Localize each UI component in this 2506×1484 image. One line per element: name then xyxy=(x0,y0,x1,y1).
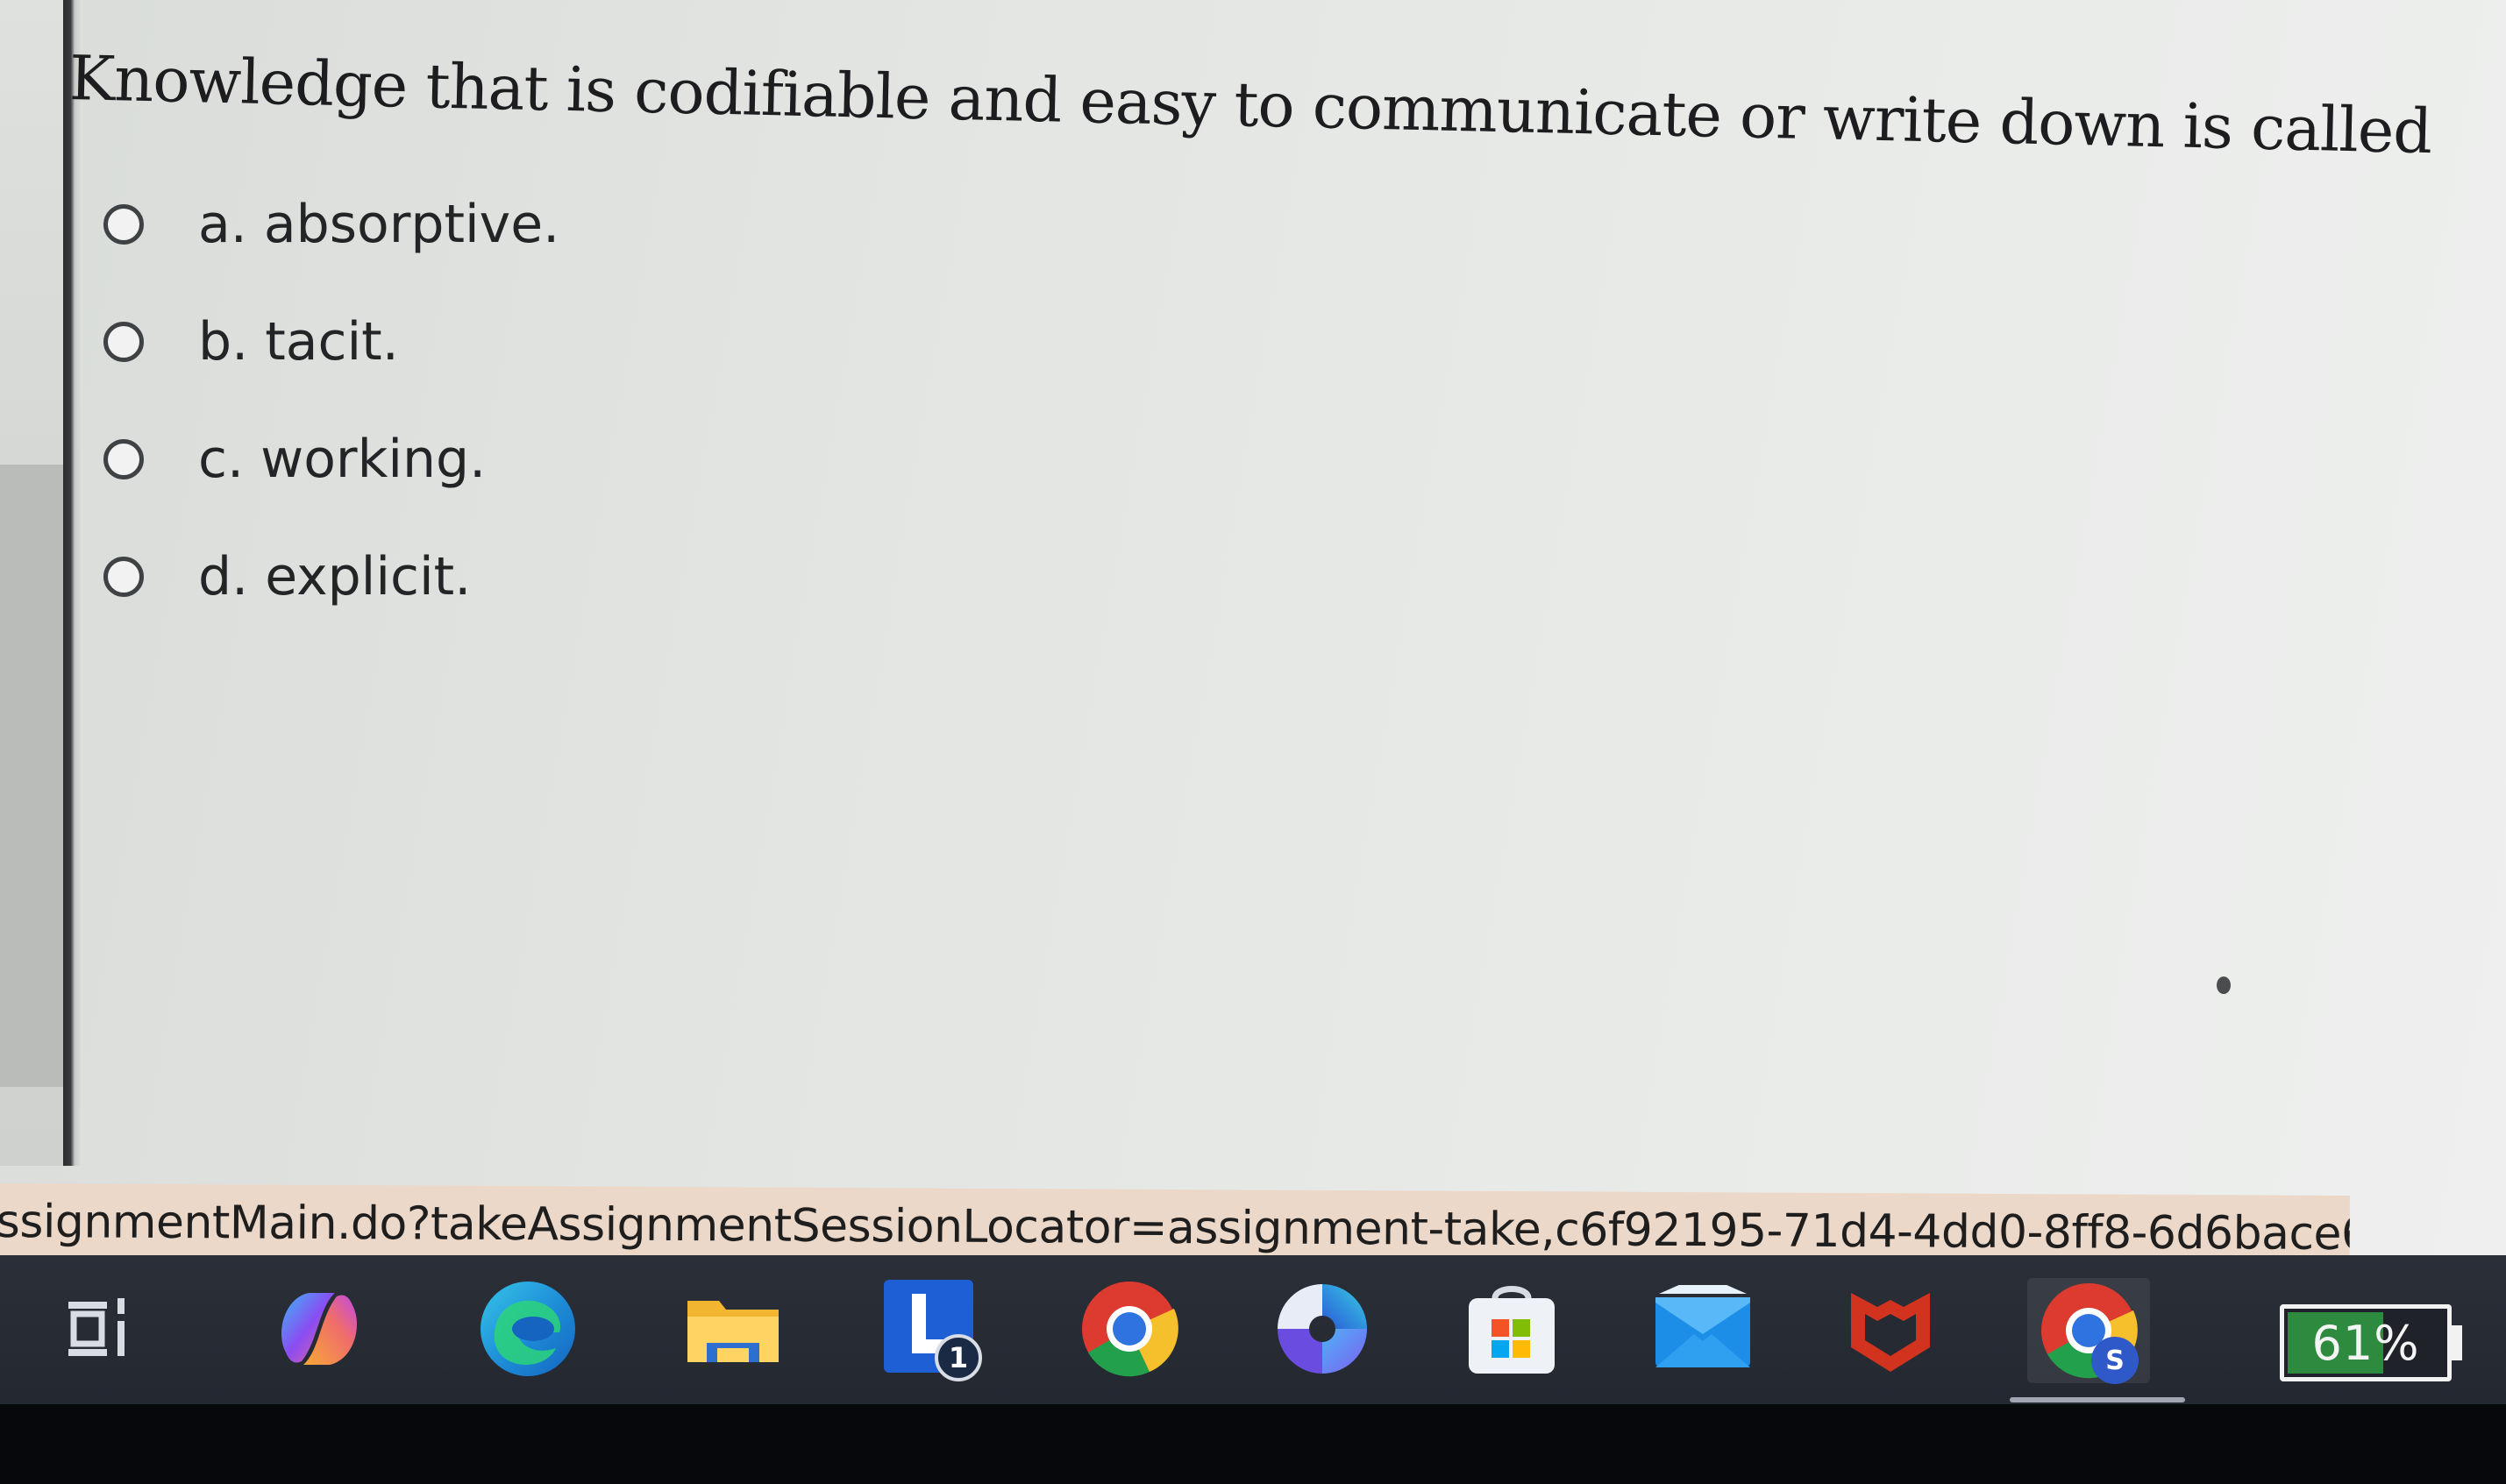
radio-button-d[interactable] xyxy=(103,557,144,597)
battery-indicator[interactable]: 61% xyxy=(2280,1304,2452,1381)
taskbar-file-explorer[interactable] xyxy=(680,1278,786,1383)
screen-smudge xyxy=(2217,976,2231,994)
microsoft-store-icon xyxy=(1463,1281,1560,1381)
profile-badge: S xyxy=(2091,1337,2139,1384)
task-view-icon xyxy=(60,1289,144,1372)
left-border-rule xyxy=(63,0,82,1166)
battery-nub xyxy=(2452,1325,2462,1360)
radio-button-b[interactable] xyxy=(103,322,144,362)
option-a[interactable]: a. absorptive. xyxy=(103,181,559,268)
taskbar-task-view[interactable] xyxy=(49,1278,154,1383)
mail-icon xyxy=(1650,1275,1755,1376)
option-b-label: b. tacit. xyxy=(198,311,399,373)
taskbar-mcafee[interactable] xyxy=(1838,1278,1943,1383)
bing-icon xyxy=(1274,1281,1370,1381)
option-d[interactable]: d. explicit. xyxy=(103,533,471,621)
option-b[interactable]: b. tacit. xyxy=(103,298,399,386)
notification-badge: 1 xyxy=(935,1334,982,1381)
taskbar-lockdown-browser[interactable]: 1 xyxy=(880,1278,986,1383)
taskbar-chrome[interactable] xyxy=(1077,1278,1182,1383)
chrome-profile-icon: S xyxy=(2039,1281,2139,1384)
option-d-label: d. explicit. xyxy=(198,546,472,607)
screen: Knowledge that is codifiable and easy to… xyxy=(0,0,2506,1484)
taskbar-mail[interactable] xyxy=(1650,1275,1755,1383)
question-text: Knowledge that is codifiable and easy to… xyxy=(68,42,2433,168)
option-a-label: a. absorptive. xyxy=(198,194,560,255)
file-explorer-icon xyxy=(680,1285,786,1376)
taskbar-edge[interactable] xyxy=(475,1278,580,1383)
option-c-label: c. working. xyxy=(198,429,487,490)
taskbar-bing[interactable] xyxy=(1270,1278,1375,1383)
option-c[interactable]: c. working. xyxy=(103,415,486,503)
screen-bezel xyxy=(0,1404,2506,1484)
chrome-icon xyxy=(1079,1279,1179,1382)
left-gutter-shadow xyxy=(0,465,63,1087)
taskbar-microsoft-store[interactable] xyxy=(1459,1278,1564,1383)
taskbar-copilot[interactable] xyxy=(267,1278,372,1383)
active-indicator xyxy=(2010,1397,2185,1402)
quiz-page: Knowledge that is codifiable and easy to… xyxy=(0,0,2506,1274)
lockdown-browser-icon: 1 xyxy=(880,1278,986,1383)
copilot-icon xyxy=(267,1281,372,1381)
radio-button-c[interactable] xyxy=(103,439,144,479)
edge-icon xyxy=(475,1276,580,1385)
mcafee-icon xyxy=(1842,1281,1939,1381)
taskbar: 1 S xyxy=(0,1255,2506,1404)
taskbar-chrome-profile[interactable]: S xyxy=(2010,1278,2185,1402)
battery-percent-text: 61% xyxy=(2311,1315,2420,1371)
status-url-text: ssignmentMain.do?takeAssignmentSessionLo… xyxy=(0,1195,2350,1262)
radio-button-a[interactable] xyxy=(103,204,144,245)
